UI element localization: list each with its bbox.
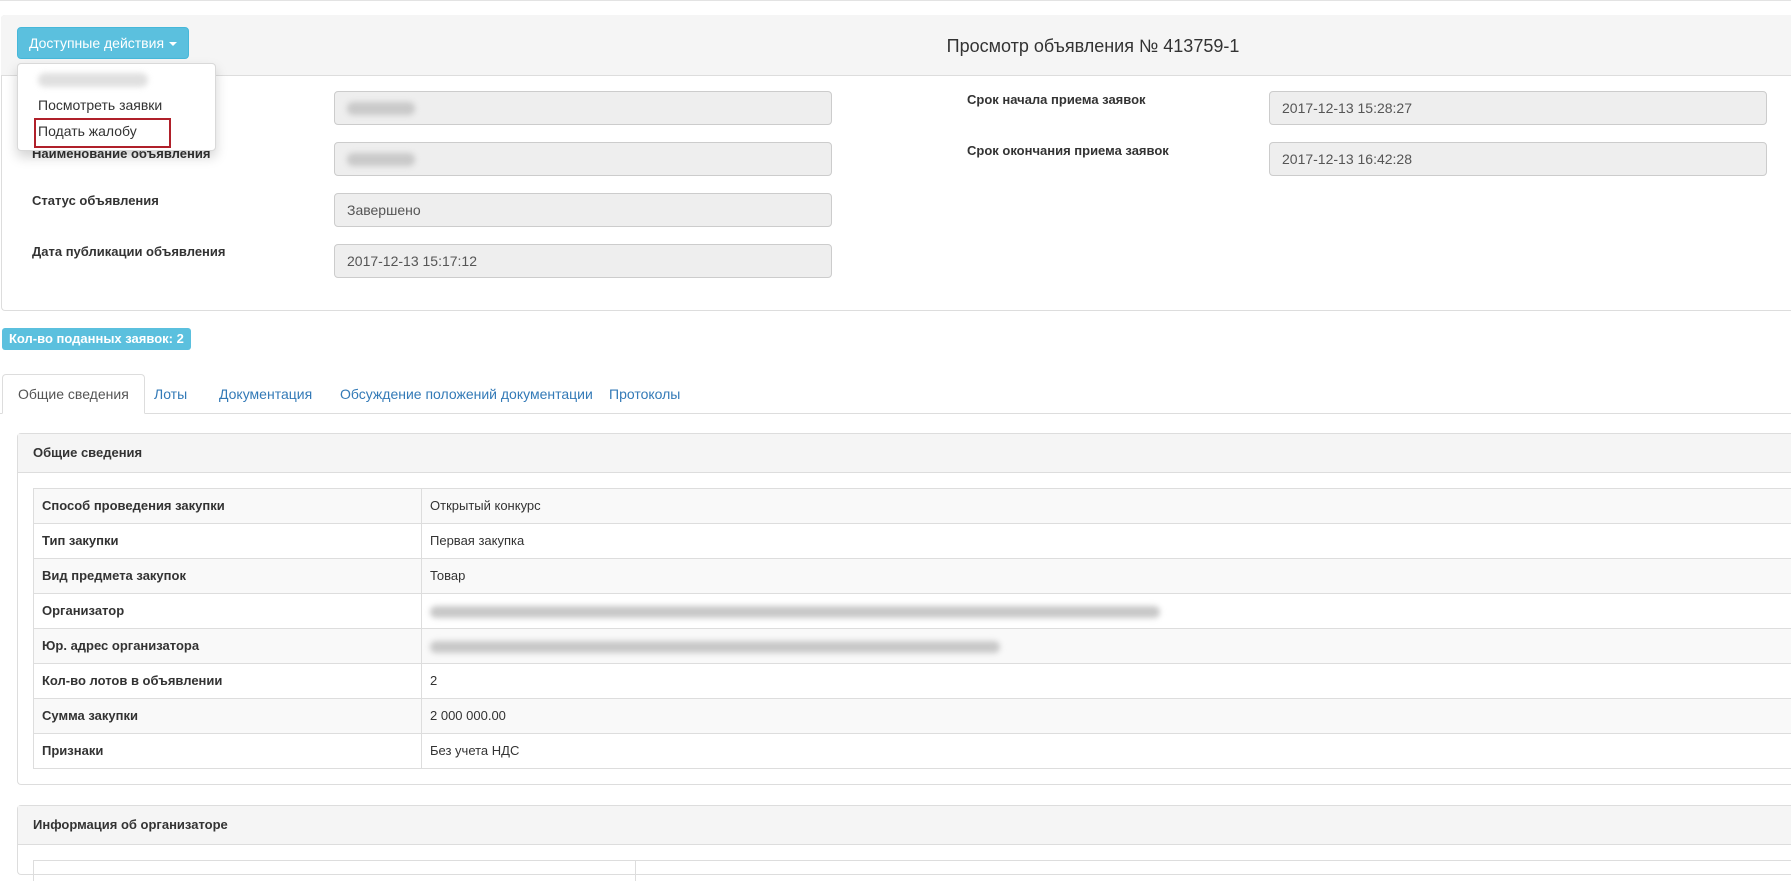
applications-count-badge: Кол-во поданных заявок: 2 [2,328,191,350]
redacted-value [430,606,1160,618]
publication-date-label: Дата публикации объявления [32,244,226,260]
tab-lots[interactable]: Лоты [139,374,202,414]
organizer-info-title: Информация об организаторе [18,806,1791,845]
organizer-info-table [33,860,1791,881]
table-row: Юр. адрес организатора [34,629,1791,664]
highlight-box [34,118,171,148]
table-row: Организатор [34,594,1791,629]
tab-protocols[interactable]: Протоколы [594,374,695,414]
page-title: Просмотр объявления № 413759-1 [0,35,1791,57]
general-info-table: Способ проведения закупки Открытый конку… [33,488,1791,769]
general-info-title: Общие сведения [18,434,1791,473]
publication-date-field: 2017-12-13 15:17:12 [334,244,832,278]
table-row: Признаки Без учета НДС [34,734,1791,769]
table-row: Вид предмета закупок Товар [34,559,1791,594]
view-applications-item[interactable]: Посмотреть заявки [38,95,162,115]
start-date-field: 2017-12-13 15:28:27 [1269,91,1767,125]
row-value: 2 000 000.00 [422,699,1791,734]
status-field: Завершено [334,193,832,227]
row-key: Способ проведения закупки [34,489,422,524]
start-date-label: Срок начала приема заявок [967,92,1146,108]
end-date-label: Срок окончания приема заявок [967,143,1169,159]
table-row: Способ проведения закупки Открытый конку… [34,489,1791,524]
row-key: Организатор [34,594,422,629]
row-value-redacted [422,594,1791,629]
row-value: Первая закупка [422,524,1791,559]
caret-down-icon [169,42,177,46]
organizer-info-panel: Информация об организаторе [17,805,1791,875]
end-date-field: 2017-12-13 16:42:28 [1269,142,1767,176]
redacted-menu-item[interactable] [38,73,148,87]
row-value: 2 [422,664,1791,699]
row-key: Тип закупки [34,524,422,559]
redacted-value [347,102,415,115]
row-key: Кол-во лотов в объявлении [34,664,422,699]
row-value: Открытый конкурс [422,489,1791,524]
available-actions-label: Доступные действия [29,35,164,51]
general-info-panel: Общие сведения Способ проведения закупки… [17,433,1791,785]
announcement-name-field [334,142,832,176]
redacted-value [347,153,415,166]
top-divider [0,0,1791,1]
row-key: Вид предмета закупок [34,559,422,594]
table-row: Кол-во лотов в объявлении 2 [34,664,1791,699]
redacted-field [334,91,832,125]
redacted-value [430,641,1000,653]
table-row: Тип закупки Первая закупка [34,524,1791,559]
tab-documentation[interactable]: Документация [204,374,327,414]
table-row: Сумма закупки 2 000 000.00 [34,699,1791,734]
status-label: Статус объявления [32,193,159,209]
row-value: Товар [422,559,1791,594]
actions-dropdown-menu: Посмотреть заявки Подать жалобу [17,63,216,151]
row-value-redacted [422,629,1791,664]
row-value: Без учета НДС [422,734,1791,769]
row-key: Сумма закупки [34,699,422,734]
tab-documentation-discussion[interactable]: Обсуждение положений документации [325,374,608,414]
tab-general[interactable]: Общие сведения [2,374,145,414]
row-key: Юр. адрес организатора [34,629,422,664]
row-key: Признаки [34,734,422,769]
available-actions-button[interactable]: Доступные действия [17,27,189,59]
column-divider [635,861,636,881]
